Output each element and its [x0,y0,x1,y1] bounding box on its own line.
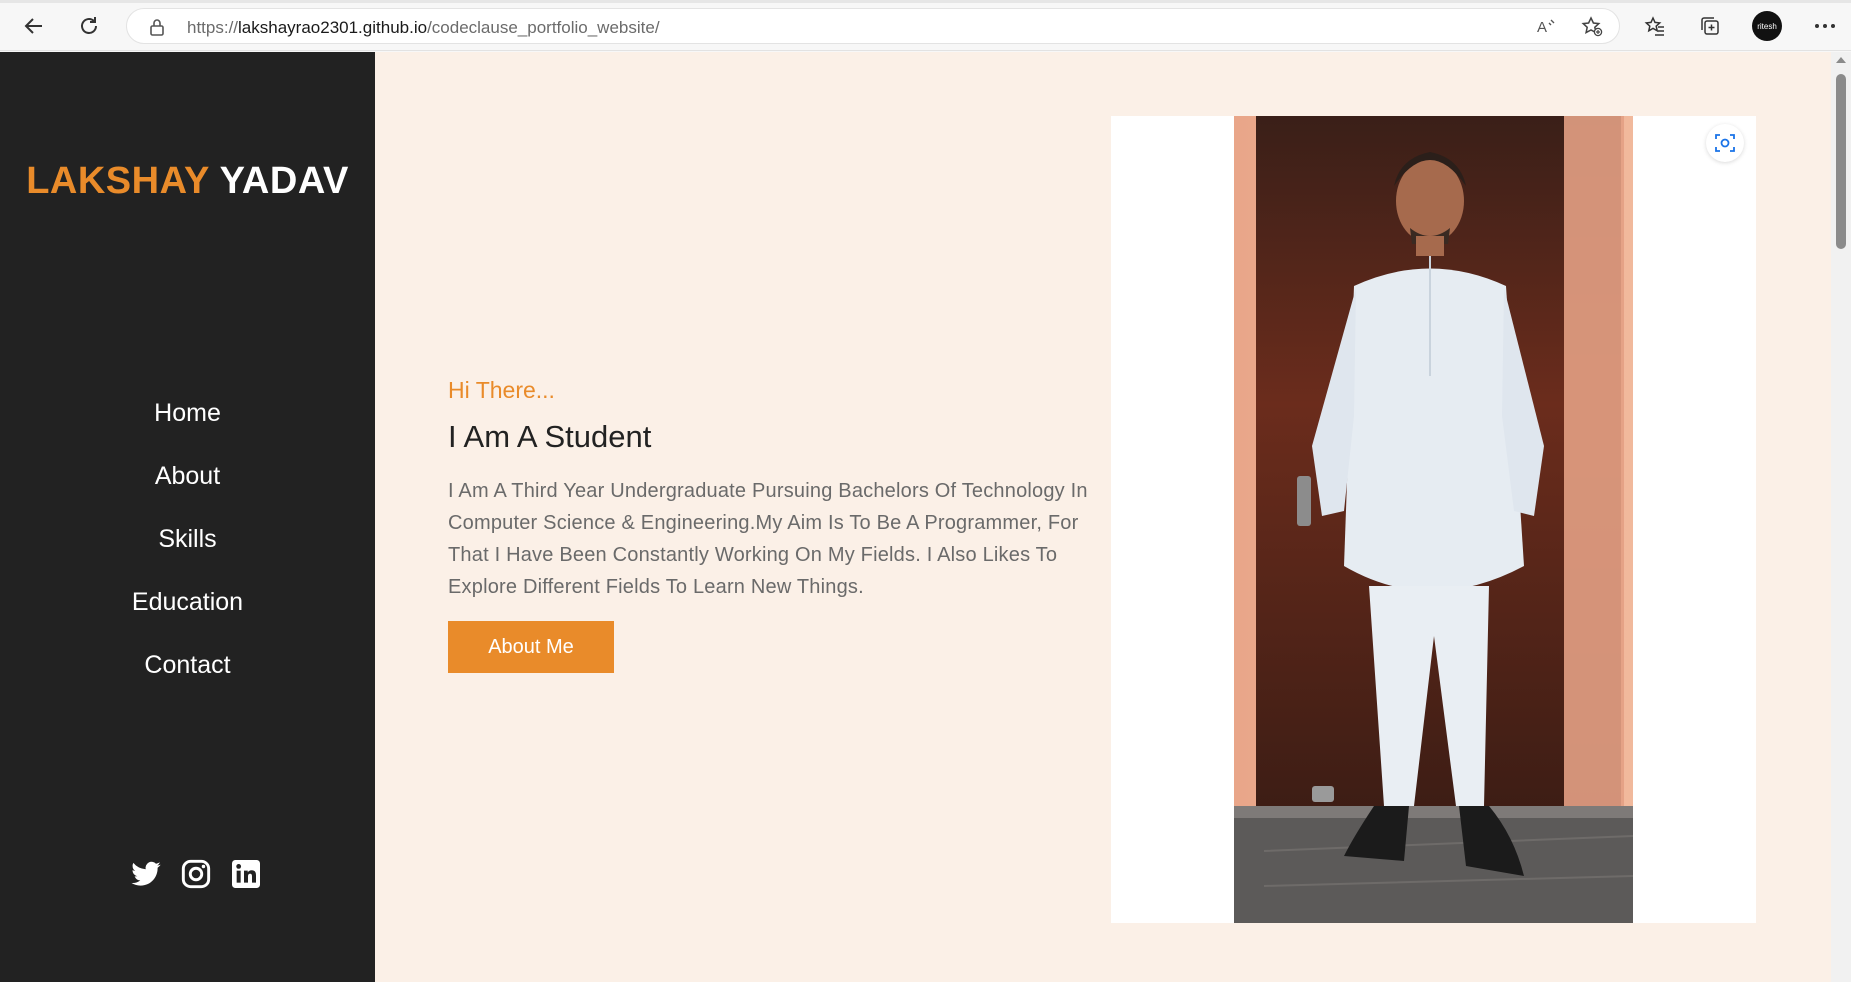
collections-icon[interactable] [1694,10,1726,42]
site-logo[interactable]: LAKSHAY YADAV [0,160,375,203]
twitter-icon[interactable] [130,858,162,890]
hero-headline: I Am A Student [448,419,652,454]
favorites-icon[interactable] [1639,10,1671,42]
lock-icon[interactable] [149,18,165,41]
browser-toolbar: https://lakshayrao2301.github.io/codecla… [0,0,1851,51]
more-options-icon[interactable] [1809,10,1841,42]
hero-greeting: Hi There... [448,377,555,403]
logo-last-name: YADAV [219,160,349,202]
page-scrollbar[interactable] [1831,52,1851,982]
loading-bar [0,0,1851,3]
instagram-icon[interactable] [180,858,212,890]
nav-education[interactable]: Education [0,571,375,634]
back-icon[interactable] [18,10,50,42]
refresh-icon[interactable] [73,10,105,42]
scroll-up-icon[interactable] [1836,57,1846,63]
visual-search-icon[interactable] [1706,124,1744,162]
profile-avatar[interactable]: ritesh [1752,11,1782,41]
main-nav: Home About Skills Education Contact [0,382,375,697]
nav-about[interactable]: About [0,445,375,508]
nav-home[interactable]: Home [0,382,375,445]
scrollbar-thumb[interactable] [1836,74,1846,249]
nav-contact[interactable]: Contact [0,634,375,697]
linkedin-icon[interactable] [230,858,262,890]
read-aloud-icon[interactable]: A [1535,15,1559,39]
add-favorite-icon[interactable] [1580,15,1604,39]
profile-photo [1234,116,1633,923]
about-me-button[interactable]: About Me [448,621,614,673]
social-links [130,858,262,890]
profile-photo-card [1111,116,1756,923]
nav-skills[interactable]: Skills [0,508,375,571]
url-text[interactable]: https://lakshayrao2301.github.io/codecla… [187,18,660,38]
hero-section: Hi There... I Am A Student I Am A Third … [375,52,1831,982]
logo-first-name: LAKSHAY [26,160,210,202]
hero-bio: I Am A Third Year Undergraduate Pursuing… [448,480,1088,598]
address-bar[interactable]: https://lakshayrao2301.github.io/codecla… [126,8,1620,44]
svg-text:A: A [1537,19,1547,36]
sidebar: LAKSHAY YADAV Home About Skills Educatio… [0,52,375,982]
